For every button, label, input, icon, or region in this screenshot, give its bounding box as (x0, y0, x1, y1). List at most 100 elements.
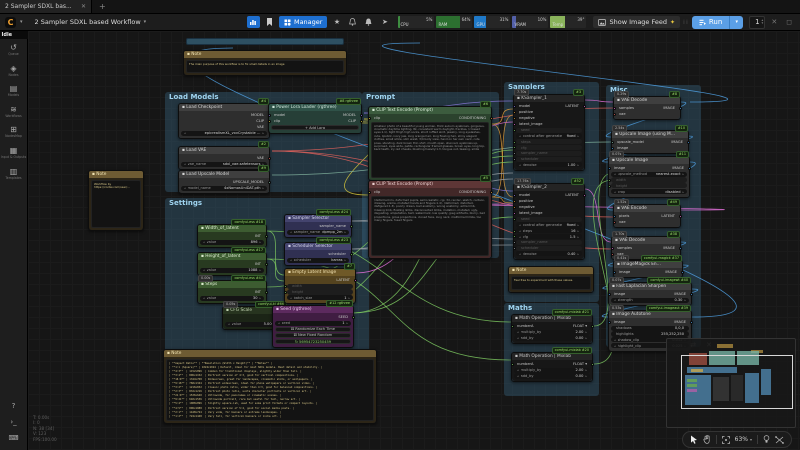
slot-dot-out[interactable] (490, 191, 493, 194)
node-title[interactable]: ▪ KSampler_1 (514, 95, 584, 102)
widget-left-arrow[interactable]: ◂ (517, 336, 519, 340)
sidebar-item-input-outputs[interactable]: ▦Input & Outputs (0, 142, 28, 163)
node-title[interactable]: ▪ Sampler Selector (285, 215, 351, 222)
widget-left-arrow[interactable]: ◂ (519, 235, 521, 239)
widget-right-arrow[interactable]: ▸ (259, 296, 261, 300)
slot-dot-in[interactable] (608, 185, 611, 188)
vae-decode-1[interactable]: #80.29s▪ VAE DecodesamplesIMAGEvae (613, 96, 681, 120)
widget-right-arrow[interactable]: ▸ (259, 240, 261, 244)
widget-left-arrow[interactable]: ◂ (614, 338, 616, 342)
widget-input-slot[interactable]: steps (516, 139, 582, 144)
node-title[interactable]: ▪ Upscale Image (using M… (612, 131, 688, 138)
show-image-feed-button[interactable]: Show Image Feed ✦ (593, 16, 680, 28)
widget-row[interactable]: ◂epicrealismXL_vxvCrystalcle …▸ (181, 131, 267, 136)
widget-row[interactable]: ◂model_name4xNomosUniDAT.pth▸ (181, 186, 267, 191)
batch-count-input[interactable]: 1 ▴▾ (749, 16, 765, 29)
node-title[interactable]: ▪ Image Autotone (609, 311, 691, 318)
node-text[interactable]: Workflow by https://civitai.com/user/… (91, 180, 141, 228)
star-icon[interactable]: ★ (330, 16, 343, 28)
node-text[interactable]: Amateur photo of a beautiful young woman… (371, 122, 489, 178)
node-title[interactable]: ▪ Upscale Image (609, 157, 689, 164)
widget-left-arrow[interactable]: ◂ (519, 229, 521, 233)
slot-dot-out[interactable] (591, 363, 594, 366)
node-title[interactable]: ▪ CLIP Text Encode (Prompt) (369, 107, 491, 114)
height-of-latent[interactable]: comfyui-ess #17▪ Height_of_latentINT◂val… (197, 252, 267, 276)
widget-left-arrow[interactable]: ◂ (517, 368, 519, 372)
widget-right-arrow[interactable]: ▸ (346, 321, 348, 325)
load-checkpoint[interactable]: #4▪ Load CheckpointMODELCLIPVAE◂epicreal… (178, 103, 270, 139)
widget-row[interactable]: ◂vae_namesdxl_vae.safetensors▸ (181, 162, 267, 167)
new-tab-button[interactable]: + (92, 0, 113, 13)
fast-laplacian-sharpen[interactable]: comfyui-imagewt #400.07s▪ Fast Laplacian… (608, 282, 692, 306)
slot-dot-in[interactable] (511, 325, 514, 328)
node-title[interactable]: ▪ Power Lora Loader (rgthree) (269, 104, 361, 111)
slot-dot-in[interactable] (608, 167, 611, 170)
vae-encode[interactable]: #491.52s▪ VAE EncodepixelsLATENTvae (613, 204, 681, 228)
widget-right-arrow[interactable]: ▸ (262, 186, 264, 190)
fit-view-icon[interactable] (722, 436, 730, 444)
power-lora-loader[interactable]: #8 rgthree▪ Power Lora Loader (rgthree)m… (268, 103, 362, 134)
widget-left-arrow[interactable]: ◂ (290, 296, 292, 300)
node-title[interactable]: ▪ VAE Encode (614, 205, 680, 212)
widget-left-arrow[interactable]: ◂ (290, 258, 292, 262)
slot-dot-out[interactable] (350, 253, 353, 256)
slot-dot-in[interactable] (611, 141, 614, 144)
slot-dot-out[interactable] (265, 291, 268, 294)
sidebar-item-models[interactable]: ▤Models (0, 80, 28, 101)
slot-dot-in[interactable] (613, 113, 616, 116)
widget-right-arrow[interactable]: ▸ (585, 336, 587, 340)
node-title[interactable]: ▪ Height_of_latent (198, 253, 266, 260)
widget-row[interactable]: ◂add_by0.00▸ (514, 335, 590, 340)
math-operation-1[interactable]: comfyui-mixlab #21▪ Math Operation | Mix… (511, 314, 593, 344)
slot-dot-in[interactable] (513, 212, 516, 215)
node-title[interactable]: ▪ VAE Decode (614, 97, 680, 104)
imagemagick-enhance[interactable]: comfyui-magick #370.41s▪ ImageMagick En…… (613, 260, 683, 278)
node-text[interactable]: | **Aspect Ratio** | **Resolution (Width… (166, 359, 374, 421)
slot-dot-out[interactable] (352, 316, 355, 319)
widget-right-arrow[interactable]: ▸ (577, 252, 579, 256)
comfyui-logo[interactable]: C (5, 17, 16, 28)
widget-left-arrow[interactable]: ◂ (519, 134, 521, 138)
widget-right-arrow[interactable]: ▸ (577, 163, 579, 167)
slot-dot-out[interactable] (690, 293, 693, 296)
slot-dot-out[interactable] (679, 107, 682, 110)
widget-left-arrow[interactable]: ◂ (228, 322, 230, 326)
node-title[interactable]: ▪ KSampler_2 (514, 184, 584, 191)
slot-dot-in[interactable] (608, 179, 611, 182)
slot-dot-in[interactable] (513, 152, 516, 155)
note-author[interactable]: ▪ NoteWorkflow by https://civitai.com/us… (88, 170, 144, 231)
widget-input-slot[interactable]: seed (516, 128, 582, 133)
node-title[interactable]: ▪ VAE Decode (612, 237, 680, 244)
note-samplers[interactable]: ▪ NoteFeel free to experiment with these… (508, 266, 594, 293)
node-title[interactable]: ▪ ImageMagick En… (614, 261, 682, 268)
slot-dot-out[interactable] (360, 114, 363, 117)
node-title[interactable]: ▪ Width_of_latent (198, 225, 266, 232)
widget-input-slot[interactable]: seed (516, 217, 582, 222)
seed-rgthree[interactable]: #12 rgthree▪ Seed (rgthree)SEED◂seed1▸⚄ … (272, 305, 354, 348)
sidebar-shortcuts-button[interactable]: ⌨ (0, 430, 28, 446)
slot-dot-in[interactable] (613, 215, 616, 218)
load-upscale-model[interactable]: #9▪ Load Upscale ModelUPSCALE_MODEL◂mode… (178, 170, 270, 194)
slot-dot-out[interactable] (490, 117, 493, 120)
widget-row[interactable]: ◂schedulerkarras▸ (287, 258, 349, 263)
slot-dot-in[interactable] (368, 191, 371, 194)
widget-row[interactable]: ◂seed1▸ (275, 321, 351, 326)
widget-left-arrow[interactable]: ◂ (203, 240, 205, 244)
manager-button[interactable]: Manager (279, 16, 328, 28)
widget-input-slot[interactable]: scheduler (516, 157, 582, 162)
slot-dot-out[interactable] (687, 141, 690, 144)
widget-row[interactable]: shadows0,0,0 (611, 326, 689, 331)
slot-dot-out[interactable] (679, 215, 682, 218)
slot-dot-in[interactable] (513, 241, 516, 244)
widget-left-arrow[interactable]: ◂ (184, 186, 186, 190)
node-text[interactable]: The main purpose of this workflow is to … (186, 60, 344, 73)
node-button[interactable]: ⚄ Randomize Each Time (275, 327, 351, 332)
node-title[interactable]: ▪ Fast Laplacian Sharpen (609, 283, 691, 290)
slot-dot-in[interactable] (513, 123, 516, 126)
minimap-viewport[interactable] (681, 355, 793, 409)
sampler-selector[interactable]: comfyui-ess #24▪ Sampler Selectorsampler… (284, 214, 352, 238)
slot-dot-in[interactable] (513, 129, 516, 132)
sidebar-item-workflows[interactable]: ≋Workflows (0, 101, 28, 122)
drag-handle[interactable]: ⁞⁞ (683, 19, 689, 26)
clip-text-encode-negative[interactable]: #5▪ CLIP Text Encode (Prompt)clipCONDITI… (368, 180, 492, 259)
